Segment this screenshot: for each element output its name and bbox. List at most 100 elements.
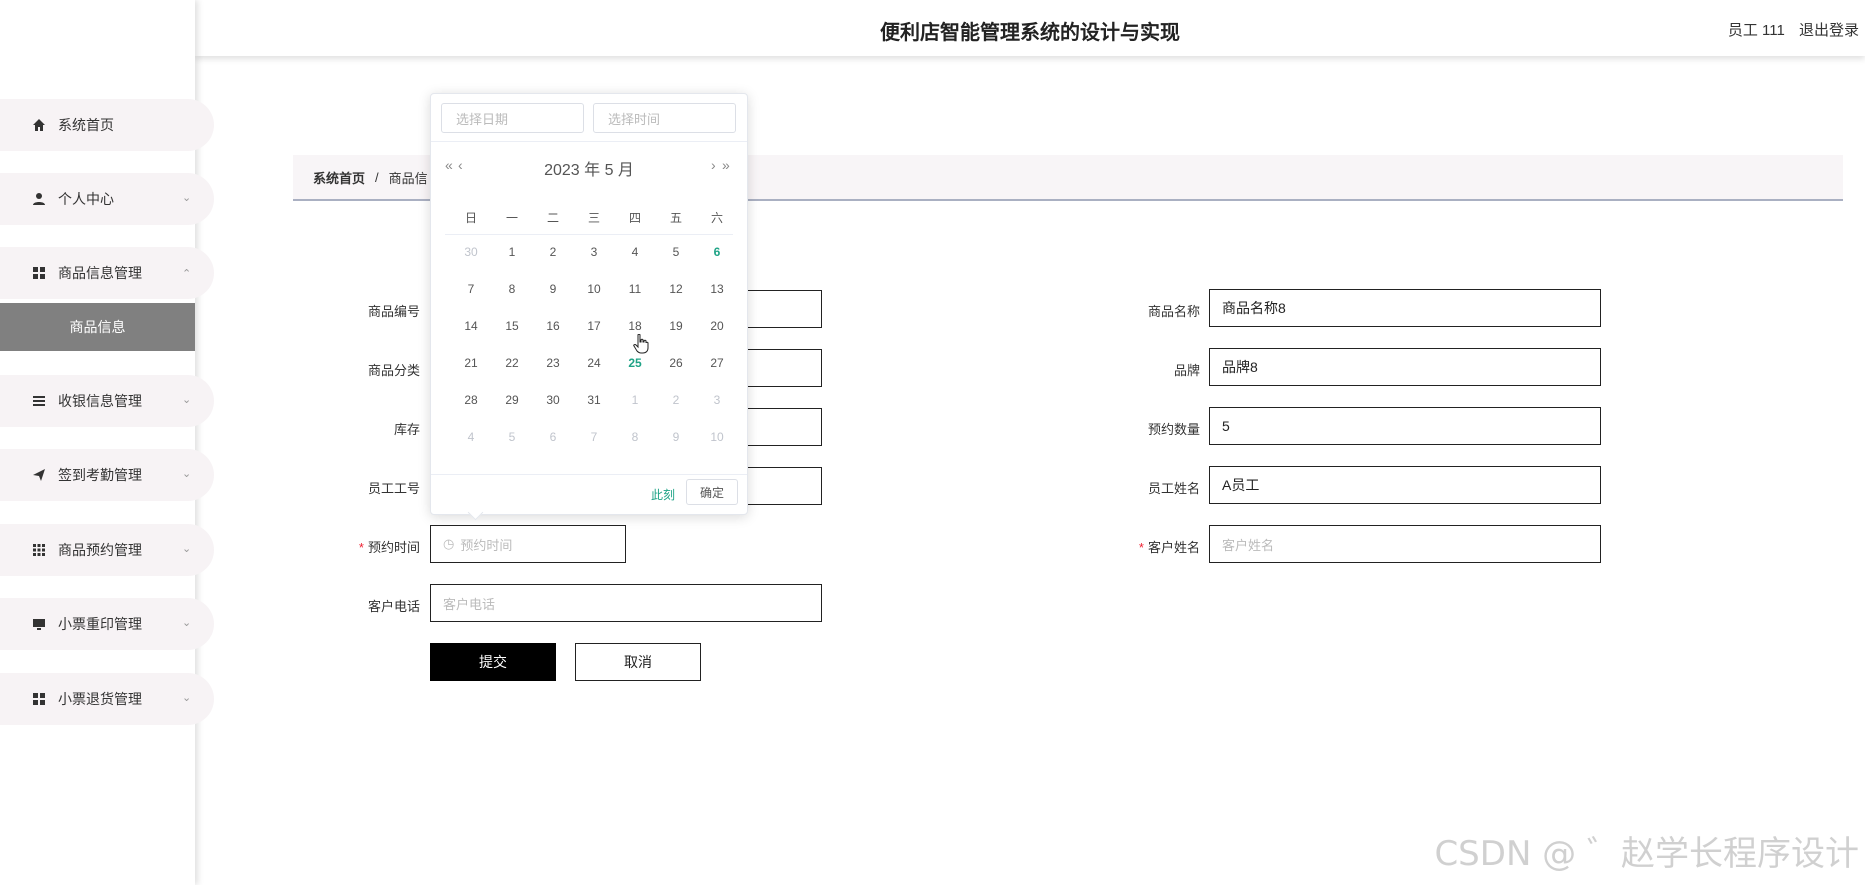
goods-name-field[interactable]: 商品名称8 [1209, 289, 1601, 327]
chevron-down-icon: ⌄ [182, 617, 192, 629]
calendar-day[interactable]: 14 [451, 319, 491, 333]
label-goods-category: 商品分类 [367, 363, 420, 378]
calendar-day[interactable]: 3 [574, 245, 614, 259]
calendar-day[interactable]: 5 [656, 245, 696, 259]
calendar-day[interactable]: 18 [615, 319, 655, 333]
calendar-day[interactable]: 9 [656, 430, 696, 444]
label-employee-no: 员工工号 [367, 481, 420, 496]
sidebar-item-home[interactable]: 系统首页 [0, 99, 214, 151]
sidebar-item-label: 商品信息管理 [58, 265, 142, 281]
clock-icon: ◷ [443, 536, 455, 551]
sidebar-item-refund[interactable]: 小票退货管理 ⌄ [0, 673, 214, 725]
weekday-label: 二 [546, 211, 559, 225]
calendar-day[interactable]: 23 [533, 356, 573, 370]
chevron-down-icon: ⌄ [182, 468, 192, 480]
reserve-qty-field[interactable]: 5 [1209, 407, 1601, 445]
required-mark: * [358, 540, 364, 555]
logout-link[interactable]: 退出登录 [1799, 22, 1859, 39]
calendar-day[interactable]: 9 [533, 282, 573, 296]
calendar-day[interactable]: 24 [574, 356, 614, 370]
label-reserve-time: * 预约时间 [358, 540, 420, 555]
calendar-day[interactable]: 12 [656, 282, 696, 296]
calendar-day[interactable]: 6 [533, 430, 573, 444]
weekday-label: 五 [669, 211, 682, 225]
sidebar-item-attendance[interactable]: 签到考勤管理 ⌄ [0, 449, 214, 501]
next-year-icon[interactable]: » [722, 157, 730, 173]
calendar-day[interactable]: 19 [656, 319, 696, 333]
calendar-day[interactable]: 22 [492, 356, 532, 370]
calendar-day[interactable]: 27 [697, 356, 737, 370]
sidebar-subitem-goods-info[interactable]: 商品信息 [0, 303, 195, 351]
calendar-day[interactable]: 4 [451, 430, 491, 444]
calendar-day[interactable]: 1 [615, 393, 655, 407]
employee-name-field[interactable]: A员工 [1209, 466, 1601, 504]
calendar-day[interactable]: 28 [451, 393, 491, 407]
sidebar-item-label: 商品预约管理 [58, 542, 142, 558]
calendar-day[interactable]: 30 [533, 393, 573, 407]
calendar-day[interactable]: 21 [451, 356, 491, 370]
calendar-day[interactable]: 15 [492, 319, 532, 333]
cancel-button[interactable]: 取消 [575, 643, 701, 681]
breadcrumb-home[interactable]: 系统首页 [313, 168, 365, 187]
calendar-day[interactable]: 11 [615, 282, 655, 296]
weekday-label: 日 [464, 211, 477, 225]
sidebar-item-label: 小票重印管理 [58, 616, 142, 632]
calendar-day[interactable]: 7 [451, 282, 491, 296]
customer-name-input[interactable]: 客户姓名 [1209, 525, 1601, 563]
customer-phone-input[interactable]: 客户电话 [430, 584, 822, 622]
weekday-label: 六 [710, 211, 723, 225]
calendar-day[interactable]: 30 [451, 245, 491, 259]
next-month-icon[interactable]: › [711, 157, 716, 173]
brand-field[interactable]: 品牌8 [1209, 348, 1601, 386]
sidebar-item-reservation[interactable]: 商品预约管理 ⌄ [0, 524, 214, 576]
picker-month-title: 2023 年 5 月 [544, 162, 634, 179]
sidebar-item-goods[interactable]: 商品信息管理 ⌃ [0, 247, 214, 299]
calendar-day[interactable]: 5 [492, 430, 532, 444]
calendar-day[interactable]: 8 [615, 430, 655, 444]
calendar-day[interactable]: 20 [697, 319, 737, 333]
datetime-picker-popup: 选择日期 选择时间 « ‹ 2023 年 5 月 › » 日一二三四五六 30 1… [430, 93, 748, 515]
calendar-day[interactable]: 26 [656, 356, 696, 370]
calendar-day[interactable]: 29 [492, 393, 532, 407]
label-stock: 库存 [393, 422, 420, 437]
breadcrumb-separator: / [375, 169, 379, 185]
calendar-day[interactable]: 3 [697, 393, 737, 407]
calendar-day[interactable]: 10 [574, 282, 614, 296]
calendar-day[interactable]: 8 [492, 282, 532, 296]
label-goods-code: 商品编号 [367, 304, 420, 319]
submit-button[interactable]: 提交 [430, 643, 556, 681]
chevron-down-icon: ⌄ [182, 394, 192, 406]
top-header: 便利店智能管理系统的设计与实现 员工 111 退出登录 [195, 0, 1865, 56]
mouse-cursor-icon [633, 333, 649, 359]
picker-time-input[interactable]: 选择时间 [593, 103, 736, 133]
user-icon [30, 190, 48, 208]
calendar-day[interactable]: 2 [656, 393, 696, 407]
picker-confirm-button[interactable]: 确定 [686, 479, 738, 505]
calendar-day[interactable]: 17 [574, 319, 614, 333]
picker-date-input[interactable]: 选择日期 [441, 103, 584, 133]
calendar-day[interactable]: 1 [492, 245, 532, 259]
sidebar-item-personal[interactable]: 个人中心 ⌄ [0, 173, 214, 225]
grid-icon [30, 690, 48, 708]
calendar-day[interactable]: 4 [615, 245, 655, 259]
picker-divider [431, 141, 747, 142]
sidebar-item-cashier[interactable]: 收银信息管理 ⌄ [0, 375, 214, 427]
calendar-day[interactable]: 6 [697, 245, 737, 259]
sidebar-item-label: 小票退货管理 [58, 691, 142, 707]
weekday-label: 一 [505, 211, 518, 225]
calendar-day[interactable]: 31 [574, 393, 614, 407]
reserve-time-placeholder: 预约时间 [460, 537, 513, 553]
reserve-time-input[interactable]: ◷ 预约时间 [430, 525, 626, 563]
breadcrumb-current: 商品信 [388, 170, 428, 186]
weekday-label: 四 [628, 211, 641, 225]
calendar-day[interactable]: 2 [533, 245, 573, 259]
calendar-day[interactable]: 13 [697, 282, 737, 296]
label-customer-name: * 客户姓名 [1138, 540, 1200, 555]
calendar-day[interactable]: 7 [574, 430, 614, 444]
calendar-day[interactable]: 10 [697, 430, 737, 444]
watermark: CSDN @ ゛赵学长程序设计 [1434, 834, 1859, 874]
sidebar-item-label: 签到考勤管理 [58, 467, 142, 483]
sidebar-item-reprint[interactable]: 小票重印管理 ⌄ [0, 598, 214, 650]
picker-now-button[interactable]: 此刻 [651, 486, 675, 503]
calendar-day[interactable]: 16 [533, 319, 573, 333]
